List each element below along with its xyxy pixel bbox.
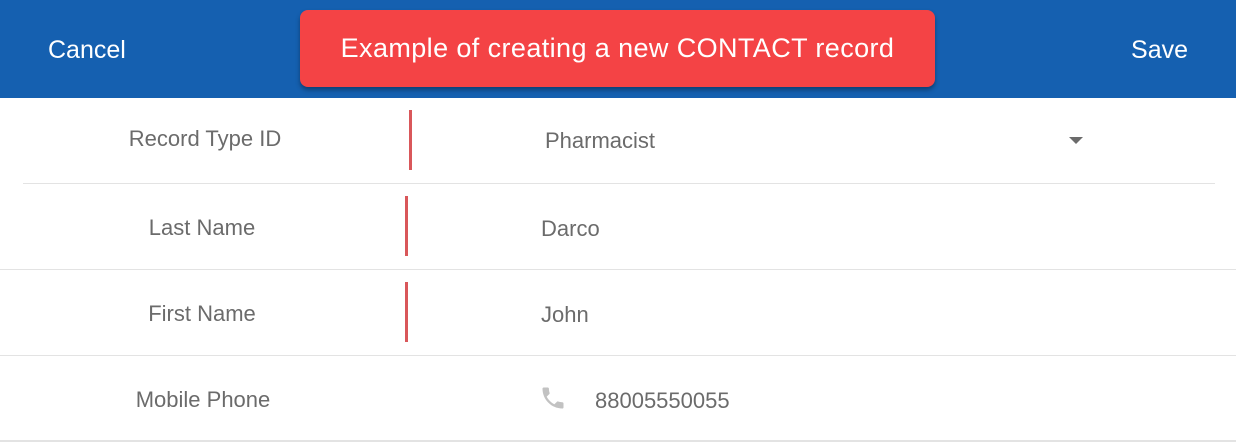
first-name-row: First Name John bbox=[0, 270, 1236, 355]
record-type-row: Record Type ID Pharmacist bbox=[0, 98, 1236, 183]
mobile-phone-field[interactable]: 88005550055 bbox=[595, 388, 730, 414]
required-indicator bbox=[405, 282, 408, 342]
last-name-field[interactable]: Darco bbox=[541, 216, 600, 242]
annotation-banner: Example of creating a new CONTACT record bbox=[300, 10, 935, 87]
mobile-phone-row: Mobile Phone 88005550055 bbox=[0, 356, 1236, 441]
record-type-label: Record Type ID bbox=[128, 126, 282, 151]
phone-icon bbox=[539, 384, 567, 417]
record-type-select[interactable]: Pharmacist bbox=[545, 128, 655, 154]
divider bbox=[0, 440, 1236, 442]
first-name-field[interactable]: John bbox=[541, 302, 589, 328]
last-name-row: Last Name Darco bbox=[0, 184, 1236, 269]
required-indicator bbox=[409, 110, 412, 170]
chevron-down-icon[interactable] bbox=[1069, 137, 1083, 144]
first-name-label: First Name bbox=[148, 301, 256, 326]
cancel-button[interactable]: Cancel bbox=[48, 34, 126, 66]
mobile-phone-label: Mobile Phone bbox=[135, 387, 271, 412]
save-button[interactable]: Save bbox=[1131, 34, 1188, 66]
last-name-label: Last Name bbox=[148, 215, 256, 240]
required-indicator bbox=[405, 196, 408, 256]
